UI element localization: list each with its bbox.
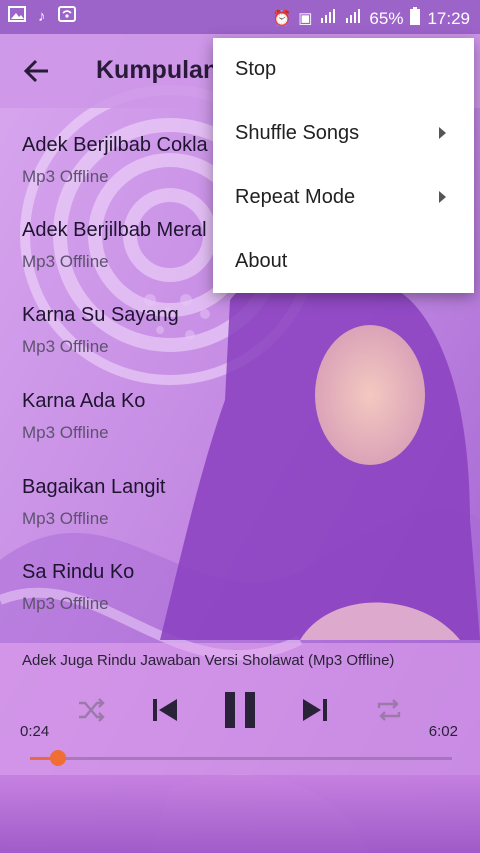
song-subtitle: Mp3 Offline [22,423,109,442]
bottom-artwork-area [0,775,480,853]
status-bar-notifications: ♪ [8,6,76,28]
battery-icon [410,7,421,31]
song-title: Bagaikan Langit [22,476,166,498]
repeat-button[interactable] [374,693,404,727]
submenu-arrow-icon [439,191,446,203]
list-item[interactable]: Bagaikan Langit Mp3 Offline [22,476,322,529]
skip-next-icon [303,699,327,721]
menu-item-label: About [235,250,288,272]
pause-button[interactable] [220,687,260,733]
song-title: Karna Su Sayang [22,304,179,326]
repeat-icon [377,699,401,721]
menu-item-label: Stop [235,58,277,80]
music-note-icon: ♪ [38,8,46,25]
menu-item-about[interactable]: About [213,230,474,294]
player-panel: Adek Juga Rindu Jawaban Versi Sholawat (… [0,643,480,775]
menu-item-repeat-mode[interactable]: Repeat Mode [213,166,474,230]
skip-previous-icon [153,699,177,721]
list-item[interactable]: Karna Ada Ko Mp3 Offline [22,390,322,443]
back-arrow-icon[interactable] [22,56,52,86]
submenu-arrow-icon [439,127,446,139]
menu-item-label: Shuffle Songs [235,122,360,144]
song-subtitle: Mp3 Offline [22,594,109,613]
shuffle-icon [79,698,105,722]
signal-icon [319,8,337,30]
overflow-menu: Stop Shuffle Songs Repeat Mode About [213,38,474,293]
song-subtitle: Mp3 Offline [22,337,109,356]
song-title: Karna Ada Ko [22,390,146,412]
shuffle-button[interactable] [76,693,106,727]
elapsed-time: 0:24 [20,723,50,740]
list-item[interactable]: Sa Rindu Ko Mp3 Offline [22,561,322,614]
status-bar: ♪ ⏰ ▣ 65% 17:29 [0,0,480,34]
battery-percent: 65% [369,9,404,28]
menu-item-label: Repeat Mode [235,186,356,208]
list-item[interactable]: Karna Su Sayang Mp3 Offline [22,304,322,357]
seek-thumb[interactable] [50,750,66,766]
song-title: Sa Rindu Ko [22,561,135,583]
status-bar-system: ⏰ ▣ 65% 17:29 [273,7,470,31]
now-playing-title: Adek Juga Rindu Jawaban Versi Sholawat (… [22,652,395,669]
song-subtitle: Mp3 Offline [22,509,109,528]
signal-icon [344,8,362,30]
nfc-icon: ▣ [298,10,313,27]
page-title: Kumpulan [96,56,219,84]
seek-track[interactable] [30,757,452,760]
wifi-icon [57,6,76,28]
alarm-icon: ⏰ [272,10,292,27]
previous-button[interactable] [150,693,180,727]
total-duration: 6:02 [428,723,458,740]
menu-item-stop[interactable]: Stop [213,38,474,102]
clock: 17:29 [427,9,470,28]
image-icon [8,6,26,28]
pause-icon [225,692,255,728]
menu-item-shuffle-songs[interactable]: Shuffle Songs [213,102,474,166]
next-button[interactable] [300,693,330,727]
